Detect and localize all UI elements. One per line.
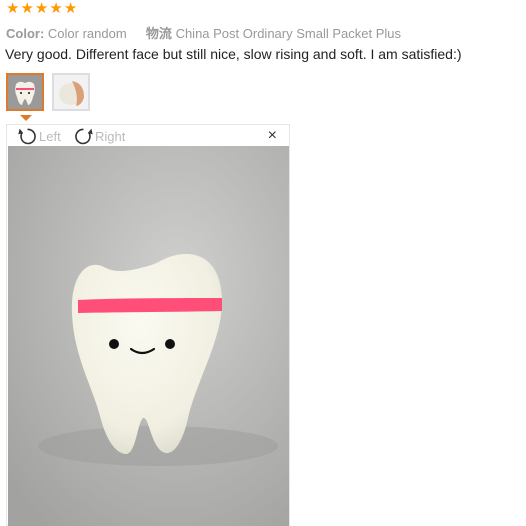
- rating-stars: ★ ★ ★ ★ ★: [6, 1, 77, 16]
- review-text: Very good. Different face but still nice…: [5, 46, 462, 62]
- star-icon: ★: [34, 0, 49, 17]
- shipping-label: 物流: [145, 26, 172, 41]
- rotate-left-icon: [18, 128, 36, 145]
- thumbnail-1[interactable]: [6, 73, 44, 111]
- star-icon: ★: [63, 0, 78, 17]
- rotate-right-button[interactable]: Right: [73, 126, 125, 147]
- active-thumbnail-caret: [20, 115, 32, 121]
- thumbnail-2[interactable]: [52, 73, 90, 111]
- rotate-left-button[interactable]: Left: [17, 126, 61, 147]
- star-icon: ★: [49, 0, 63, 17]
- rotate-left-label: Left: [39, 129, 61, 144]
- order-meta: Color: Color random 物流 China Post Ordina…: [6, 23, 401, 42]
- color-label: Color:: [6, 26, 45, 41]
- rotate-right-icon: [75, 128, 93, 145]
- thumbnail-list: [6, 73, 90, 111]
- viewer-toolbar: Left Right ×: [7, 125, 289, 145]
- star-icon: ★: [6, 0, 20, 17]
- color-value: Color random: [47, 26, 127, 41]
- rotate-right-label: Right: [95, 129, 126, 144]
- star-icon: ★: [20, 0, 34, 17]
- shipping-value: China Post Ordinary Small Packet Plus: [175, 26, 401, 41]
- image-viewer: Left Right ×: [6, 124, 290, 526]
- close-icon[interactable]: ×: [268, 127, 277, 145]
- review-photo: [8, 146, 289, 526]
